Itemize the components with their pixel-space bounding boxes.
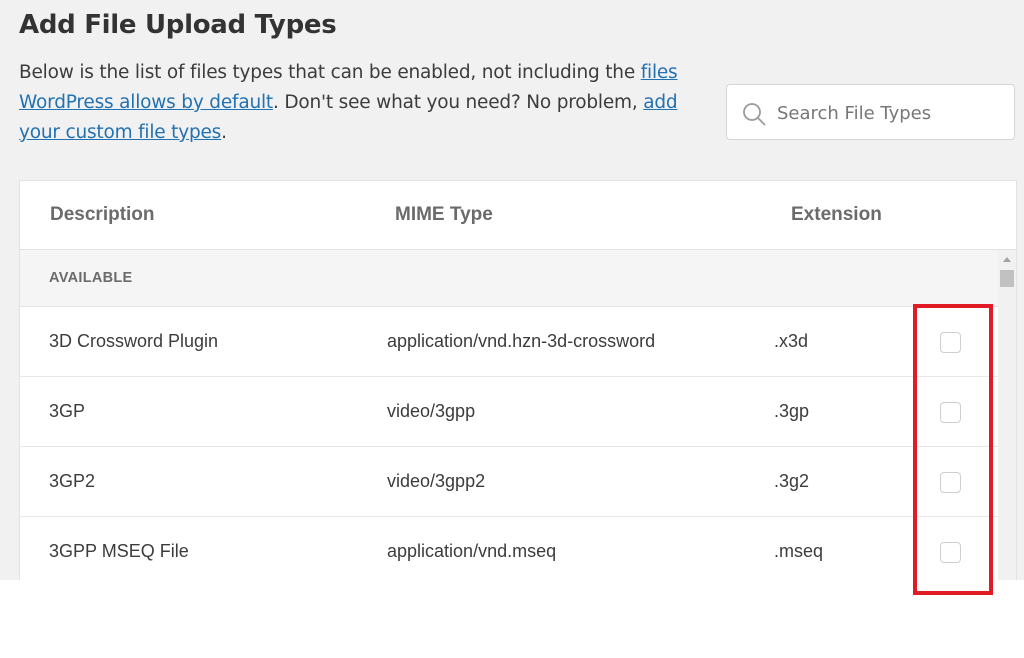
column-header-mime-type: MIME Type xyxy=(395,204,493,225)
search-icon xyxy=(743,103,766,126)
intro-text-middle: . Don't see what you need? No problem, xyxy=(272,92,644,113)
group-header-available: AVAILABLE xyxy=(20,250,998,307)
search-input[interactable] xyxy=(777,99,1002,127)
checkbox-column-highlight xyxy=(913,304,993,595)
scroll-up-icon[interactable] xyxy=(1003,257,1011,262)
search-box xyxy=(726,84,1015,140)
row-mime-type: video/3gpp xyxy=(387,401,476,421)
row-description: 3GP2 xyxy=(49,471,96,491)
intro-text: Below is the list of files types that ca… xyxy=(19,58,679,148)
row-extension: .mseq xyxy=(774,541,824,561)
row-mime-type: application/vnd.hzn-3d-crossword xyxy=(387,331,656,351)
file-types-table: Description MIME Type Extension AVAILABL… xyxy=(19,180,1017,580)
intro-text-start: Below is the list of files types that ca… xyxy=(19,62,641,83)
row-mime-type: video/3gpp2 xyxy=(387,471,486,491)
file-upload-types-page: Add File Upload Types Below is the list … xyxy=(0,0,1024,580)
table-header: Description MIME Type Extension xyxy=(20,181,1016,250)
row-description: 3GPP MSEQ File xyxy=(49,541,189,561)
row-mime-type: application/vnd.mseq xyxy=(387,541,557,561)
row-extension: .3g2 xyxy=(774,471,810,491)
row-description: 3D Crossword Plugin xyxy=(49,331,219,351)
table-row: 3GP video/3gpp .3gp xyxy=(20,377,998,447)
group-label: AVAILABLE xyxy=(49,270,133,286)
table-row: 3D Crossword Plugin application/vnd.hzn-… xyxy=(20,307,998,377)
table-scrollbar[interactable] xyxy=(998,250,1016,580)
column-header-extension: Extension xyxy=(791,204,882,225)
table-row: 3GP2 video/3gpp2 .3g2 xyxy=(20,447,998,517)
table-row: 3GPP MSEQ File application/vnd.mseq .mse… xyxy=(20,517,998,580)
page-title: Add File Upload Types xyxy=(19,10,337,40)
intro-text-end: . xyxy=(221,122,227,143)
scroll-thumb[interactable] xyxy=(1000,270,1014,287)
row-description: 3GP xyxy=(49,401,86,421)
row-extension: .x3d xyxy=(774,331,809,351)
row-extension: .3gp xyxy=(774,401,810,421)
column-header-description: Description xyxy=(50,204,155,225)
